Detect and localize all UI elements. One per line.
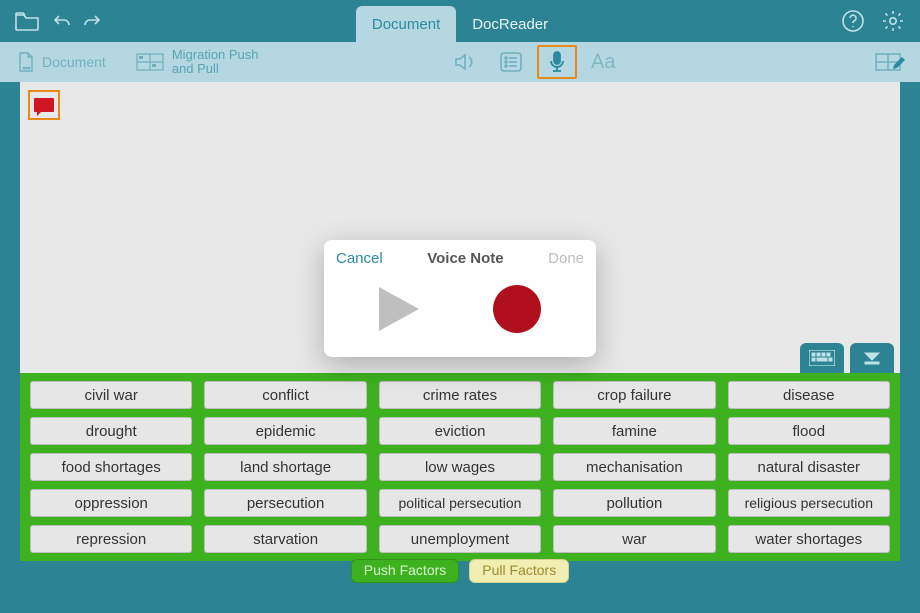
help-icon[interactable] bbox=[836, 4, 870, 38]
record-button[interactable] bbox=[493, 285, 541, 333]
microphone-icon[interactable] bbox=[537, 45, 577, 79]
edit-panel-icon[interactable] bbox=[870, 45, 910, 79]
font-icon[interactable]: Aa bbox=[583, 45, 623, 79]
font-label: Aa bbox=[591, 51, 615, 74]
word-chip[interactable]: water shortages bbox=[728, 525, 890, 553]
word-chip[interactable]: disease bbox=[728, 381, 890, 409]
bank-category-tabs: Push Factors Pull Factors bbox=[20, 561, 900, 593]
word-chip[interactable]: persecution bbox=[204, 489, 366, 517]
tab-push-factors[interactable]: Push Factors bbox=[351, 559, 459, 583]
view-tabs: DocumentDocReader bbox=[356, 0, 564, 42]
word-chip[interactable]: food shortages bbox=[30, 453, 192, 481]
redo-icon[interactable] bbox=[80, 4, 104, 38]
word-chip[interactable]: low wages bbox=[379, 453, 541, 481]
word-chip[interactable]: natural disaster bbox=[728, 453, 890, 481]
collapse-bank-icon[interactable] bbox=[850, 343, 894, 373]
word-chip[interactable]: pollution bbox=[553, 489, 715, 517]
word-chip[interactable]: mechanisation bbox=[553, 453, 715, 481]
gear-icon[interactable] bbox=[876, 4, 910, 38]
word-chip[interactable]: war bbox=[553, 525, 715, 553]
voice-note-marker[interactable] bbox=[28, 90, 60, 120]
word-chip[interactable]: eviction bbox=[379, 417, 541, 445]
word-chip[interactable]: religious persecution bbox=[728, 489, 890, 517]
play-icon[interactable] bbox=[379, 287, 419, 331]
word-chip[interactable]: unemployment bbox=[379, 525, 541, 553]
top-bar: DocumentDocReader bbox=[0, 0, 920, 42]
breadcrumb-document[interactable]: Document bbox=[10, 51, 112, 73]
list-icon[interactable] bbox=[491, 45, 531, 79]
word-chip[interactable]: famine bbox=[553, 417, 715, 445]
cancel-button[interactable]: Cancel bbox=[336, 250, 383, 267]
word-chip[interactable]: repression bbox=[30, 525, 192, 553]
word-chip[interactable]: starvation bbox=[204, 525, 366, 553]
word-chip[interactable]: civil war bbox=[30, 381, 192, 409]
modal-title: Voice Note bbox=[427, 250, 503, 267]
word-chip[interactable]: epidemic bbox=[204, 417, 366, 445]
word-chip[interactable]: drought bbox=[30, 417, 192, 445]
speaker-icon[interactable] bbox=[445, 45, 485, 79]
undo-icon[interactable] bbox=[50, 4, 74, 38]
word-chip[interactable]: oppression bbox=[30, 489, 192, 517]
sub-toolbar: Document Migration Push and Pull Aa bbox=[0, 42, 920, 82]
word-chip[interactable]: flood bbox=[728, 417, 890, 445]
folder-icon[interactable] bbox=[10, 4, 44, 38]
tab-pull-factors[interactable]: Pull Factors bbox=[469, 559, 569, 583]
tab-document[interactable]: Document bbox=[356, 6, 456, 42]
word-chip[interactable]: crop failure bbox=[553, 381, 715, 409]
keyboard-icon[interactable] bbox=[800, 343, 844, 373]
word-bank-area: civil war conflict crime rates crop failure… bbox=[20, 373, 900, 593]
tab-docreader[interactable]: DocReader bbox=[456, 6, 564, 42]
voice-note-modal: Cancel Voice Note Done bbox=[324, 240, 596, 357]
done-button: Done bbox=[548, 250, 584, 267]
speech-bubble-icon bbox=[34, 98, 54, 112]
word-chip[interactable]: land shortage bbox=[204, 453, 366, 481]
word-chip[interactable]: political persecution bbox=[379, 489, 541, 517]
breadcrumb-document-label: Document bbox=[42, 54, 106, 70]
word-chip[interactable]: crime rates bbox=[379, 381, 541, 409]
word-chip[interactable]: conflict bbox=[204, 381, 366, 409]
word-bank: civil war conflict crime rates crop failure… bbox=[20, 373, 900, 561]
bank-controls bbox=[800, 343, 894, 373]
